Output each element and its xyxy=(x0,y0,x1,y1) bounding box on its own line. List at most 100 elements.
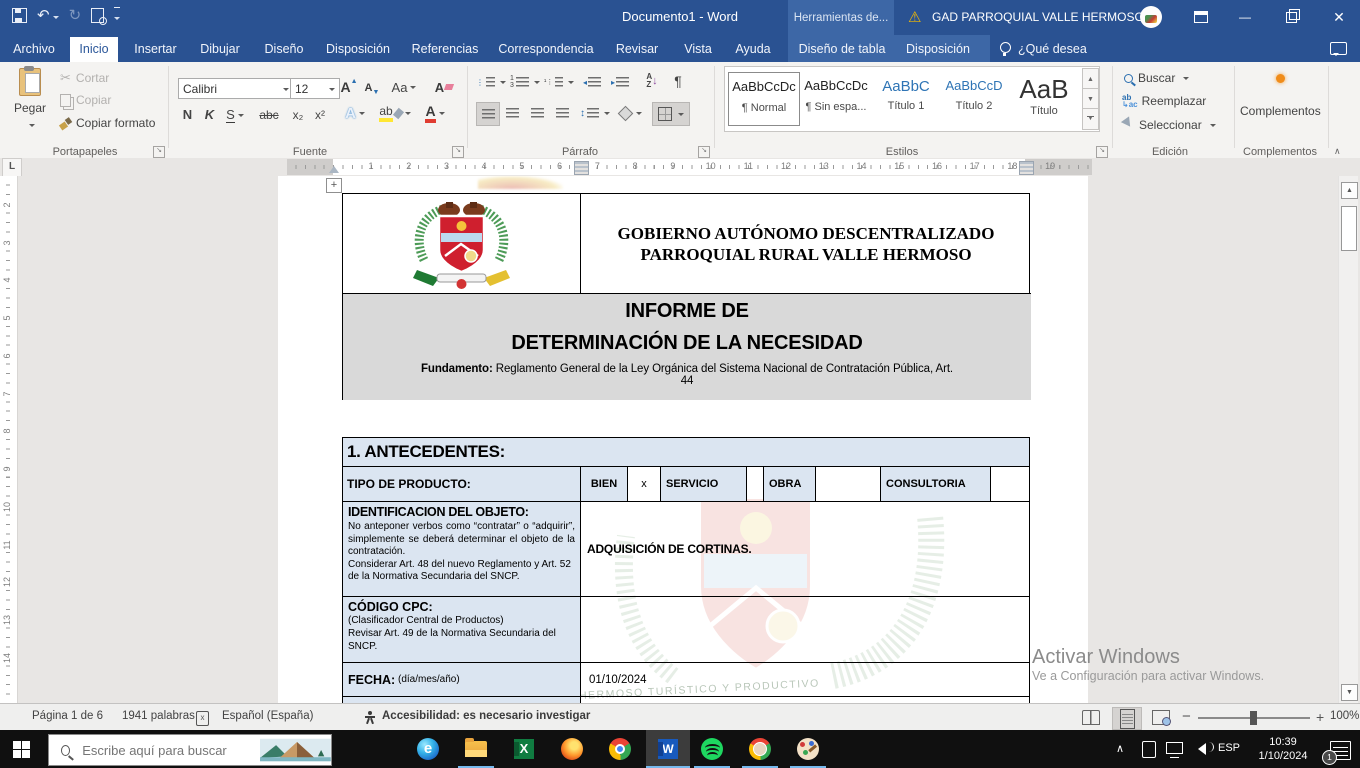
addins-button[interactable]: Complementos xyxy=(1240,70,1320,118)
styles-more-button[interactable]: ▼ xyxy=(1082,108,1099,130)
minimize-button[interactable]: — xyxy=(1232,5,1258,29)
multilevel-list-button[interactable]: ¹⋮ xyxy=(544,72,574,92)
scroll-up-button[interactable]: ▲ xyxy=(1341,182,1358,199)
underline-button[interactable]: S xyxy=(222,104,248,125)
taskbar-chrome-icon[interactable] xyxy=(608,737,632,761)
tray-chevron-icon[interactable]: ∧ xyxy=(1116,742,1124,755)
taskbar-paint-app-icon[interactable] xyxy=(796,737,820,761)
customize-qat-button[interactable] xyxy=(114,7,120,24)
taskbar-search-box[interactable] xyxy=(48,734,332,766)
report-title-cell[interactable]: INFORME DE DETERMINACIÓN DE LA NECESIDAD… xyxy=(343,294,1031,400)
style-titulo-1[interactable]: AaBbCTítulo 1 xyxy=(874,72,938,124)
tab-ayuda[interactable]: Ayuda xyxy=(730,37,776,62)
tipo-producto-label-cell[interactable]: TIPO DE PRODUCTO: xyxy=(343,467,581,501)
shading-button[interactable] xyxy=(616,102,646,124)
increase-indent-button[interactable]: ▸ xyxy=(608,72,632,92)
start-button[interactable] xyxy=(13,741,30,758)
justify-button[interactable] xyxy=(551,102,573,124)
account-avatar[interactable] xyxy=(1140,6,1162,28)
word-count[interactable]: 1941 palabras xyxy=(122,710,195,722)
italic-button[interactable]: K xyxy=(200,104,219,125)
tab-vista[interactable]: Vista xyxy=(678,37,718,62)
feedback-comment-icon[interactable] xyxy=(1330,42,1347,55)
font-color-button[interactable]: A xyxy=(420,102,450,124)
bien-mark-cell[interactable]: x xyxy=(628,467,661,501)
align-center-button[interactable] xyxy=(501,102,523,124)
indent-markers[interactable] xyxy=(329,161,339,173)
scroll-thumb[interactable] xyxy=(1341,206,1357,251)
taskbar-excel-icon[interactable]: X xyxy=(512,737,536,761)
tab-selector[interactable]: L xyxy=(2,158,22,177)
document-page[interactable]: E HERMOSO TURÍSTICO Y PRODUCTIVO + xyxy=(278,176,1088,703)
doc-header-table[interactable]: GOBIERNO AUTÓNOMO DESCENTRALIZADO PARROQ… xyxy=(342,193,1030,400)
save-icon[interactable] xyxy=(12,8,27,23)
align-right-button[interactable] xyxy=(526,102,548,124)
search-input[interactable] xyxy=(80,742,260,759)
identificacion-label-cell[interactable]: IDENTIFICACION DEL OBJETO: No anteponer … xyxy=(343,502,581,596)
style-titulo[interactable]: AaBTítulo xyxy=(1010,72,1078,124)
tab-archivo[interactable]: Archivo xyxy=(8,37,60,62)
vertical-scrollbar[interactable]: ▲ ▼ xyxy=(1338,176,1358,703)
zoom-level[interactable]: 100% xyxy=(1330,710,1359,722)
restore-button[interactable] xyxy=(1278,5,1304,29)
highlight-button[interactable]: ab xyxy=(378,102,412,124)
fecha-value-cell[interactable]: 01/10/2024 xyxy=(581,663,1029,696)
align-left-button[interactable] xyxy=(476,102,500,126)
undo-button[interactable]: ↶ xyxy=(37,6,59,24)
decrease-indent-button[interactable]: ◂ xyxy=(580,72,604,92)
doc-main-table[interactable]: 1. ANTECEDENTES: TIPO DE PRODUCTO: BIEN … xyxy=(342,437,1030,703)
zoom-out-button[interactable]: − xyxy=(1182,708,1191,725)
clear-formatting-button[interactable]: A xyxy=(432,77,456,97)
print-preview-icon[interactable] xyxy=(91,8,104,23)
clipboard-dialog-launcher[interactable]: ↘ xyxy=(153,146,165,158)
taskbar-firefox-icon[interactable] xyxy=(560,737,584,761)
obra-mark-cell[interactable] xyxy=(816,467,881,501)
tray-language-indicator[interactable]: ESP xyxy=(1218,742,1240,754)
strikethrough-button[interactable]: abc xyxy=(256,104,282,125)
styles-scroll-down[interactable]: ▼ xyxy=(1082,88,1099,110)
tray-network-icon[interactable] xyxy=(1166,742,1183,754)
text-effects-button[interactable]: A xyxy=(340,102,370,124)
zoom-slider-thumb[interactable] xyxy=(1250,711,1257,725)
print-layout-button[interactable] xyxy=(1112,707,1142,730)
tab-diseno-de-tabla[interactable]: Diseño de tabla xyxy=(796,37,888,62)
vertical-ruler[interactable]: 234567891011121314 xyxy=(0,176,18,703)
fecha-label-cell[interactable]: FECHA: (día/mes/año) xyxy=(343,663,581,696)
accessibility-status[interactable]: Accesibilidad: es necesario investigar xyxy=(382,710,590,722)
tray-clock[interactable]: 10:39 1/10/2024 xyxy=(1250,735,1316,763)
language-indicator[interactable]: Español (España) xyxy=(222,710,313,722)
entity-name-cell[interactable]: GOBIERNO AUTÓNOMO DESCENTRALIZADO PARROQ… xyxy=(581,194,1031,294)
styles-scroll-up[interactable]: ▲ xyxy=(1082,68,1099,90)
antecedentes-header-cell[interactable]: 1. ANTECEDENTES: xyxy=(343,438,1029,467)
obra-cell[interactable]: OBRA xyxy=(764,467,816,501)
tray-tablet-icon[interactable] xyxy=(1142,741,1156,758)
numbering-button[interactable]: 13 xyxy=(510,72,540,92)
tab-inicio[interactable]: Inicio xyxy=(70,37,118,62)
search-highlight-image[interactable] xyxy=(260,736,331,764)
cpc-value-cell[interactable] xyxy=(581,597,1029,662)
tab-referencias[interactable]: Referencias xyxy=(410,37,480,62)
scroll-down-button[interactable]: ▼ xyxy=(1341,684,1358,701)
warning-icon[interactable]: ⚠ xyxy=(908,8,921,26)
superscript-button[interactable]: x² xyxy=(310,104,330,125)
account-name[interactable]: GAD PARROQUIAL VALLE HERMOSO xyxy=(932,10,1144,24)
table-move-handle[interactable]: + xyxy=(326,178,342,193)
horizontal-ruler[interactable]: 12345678910111213141516171819 xyxy=(287,159,1092,175)
logo-cell[interactable] xyxy=(343,194,581,294)
taskbar-spotify-icon[interactable] xyxy=(700,737,724,761)
table-column-marker-left[interactable] xyxy=(574,161,589,175)
sort-button[interactable]: AZ ↓ xyxy=(640,70,664,92)
zoom-in-button[interactable]: + xyxy=(1316,709,1324,725)
consultoria-cell[interactable]: CONSULTORIA xyxy=(881,467,991,501)
style-normal[interactable]: AaBbCcDc¶ Normal xyxy=(728,72,800,126)
replace-button[interactable]: ab↳ac Reemplazar xyxy=(1122,94,1206,108)
change-case-button[interactable]: Aa xyxy=(388,77,420,97)
bold-button[interactable]: N xyxy=(178,104,197,125)
tab-insertar[interactable]: Insertar xyxy=(128,37,183,62)
taskbar-chrome-profile-icon[interactable] xyxy=(748,737,772,761)
line-spacing-button[interactable]: ↕ xyxy=(580,102,610,124)
tab-disposicion-tabla[interactable]: Disposición xyxy=(900,37,976,62)
cpc-label-cell[interactable]: CÓDIGO CPC: (Clasificador Central de Pro… xyxy=(343,597,581,662)
shrink-font-button[interactable]: A▼ xyxy=(362,78,382,98)
servicio-cell[interactable]: SERVICIO xyxy=(661,467,747,501)
